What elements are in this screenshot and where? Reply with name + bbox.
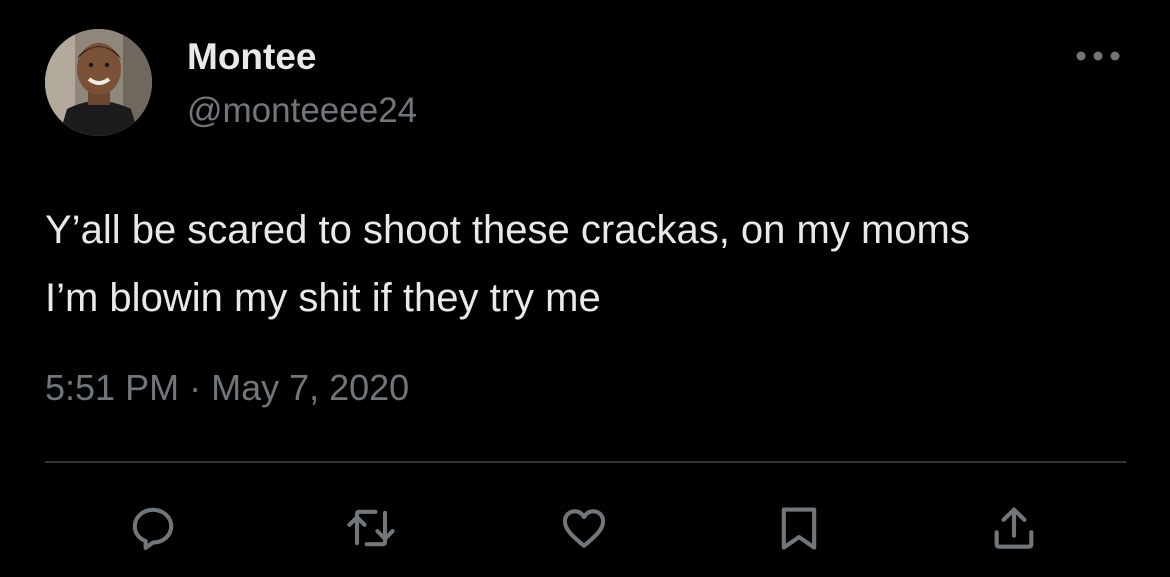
more-options-button[interactable] (1068, 38, 1128, 74)
timestamp-separator: · (179, 367, 212, 408)
tweet-date: May 7, 2020 (211, 367, 410, 408)
share-button[interactable] (986, 500, 1042, 556)
tweet-timestamp[interactable]: 5:51 PM · May 7, 2020 (45, 368, 409, 408)
tweet-text-line: I’m blowin my shit if they try me (45, 276, 601, 320)
more-dots-icon (1076, 51, 1120, 61)
tweet-text-line: Y’all be scared to shoot these crackas, … (45, 208, 970, 252)
tweet-card: Montee @monteeee24 Y’all be scared to sh… (0, 0, 1170, 577)
divider (45, 461, 1126, 463)
bookmark-button[interactable] (771, 500, 827, 556)
avatar-photo (45, 29, 152, 136)
user-handle[interactable]: @monteeee24 (187, 93, 417, 128)
tweet-time: 5:51 PM (45, 367, 180, 408)
share-icon (994, 507, 1034, 549)
like-button[interactable] (556, 500, 612, 556)
retweet-button[interactable] (343, 500, 399, 556)
display-name[interactable]: Montee (187, 38, 317, 75)
bookmark-icon (781, 507, 817, 550)
reply-icon (132, 507, 174, 550)
retweet-icon (347, 509, 395, 547)
avatar[interactable] (45, 29, 152, 136)
tweet-text: Y’all be scared to shoot these crackas, … (45, 196, 1135, 332)
reply-button[interactable] (125, 500, 181, 556)
like-icon (562, 509, 606, 548)
